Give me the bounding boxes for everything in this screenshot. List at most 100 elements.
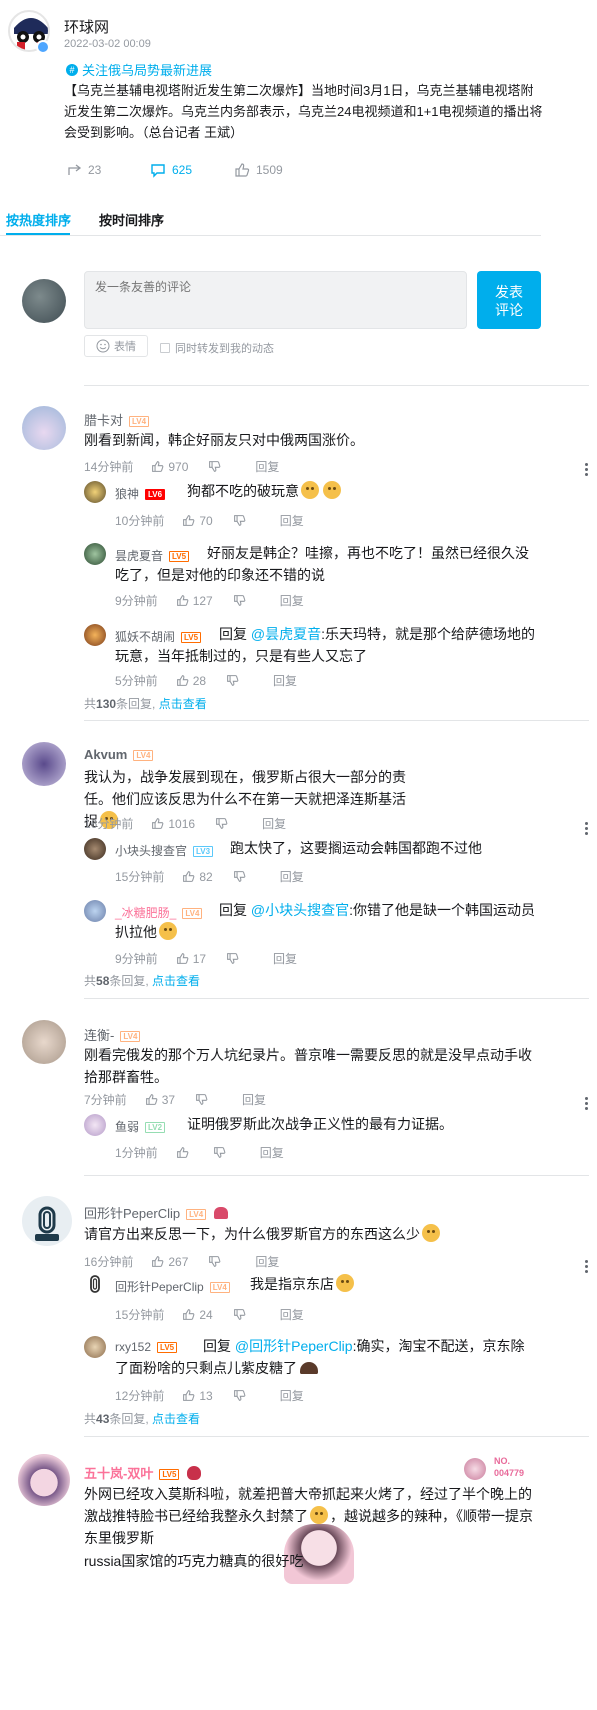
level-badge: LV4 bbox=[186, 1209, 207, 1221]
submit-comment-button[interactable]: 发表 评论 bbox=[477, 271, 541, 329]
thumbs-up-icon bbox=[176, 595, 189, 606]
reply-button[interactable]: 回复 bbox=[255, 458, 279, 475]
like-button[interactable]: 17 bbox=[176, 952, 206, 966]
emoji-button[interactable]: 表情 bbox=[84, 335, 148, 357]
reply-avatar[interactable] bbox=[84, 1336, 106, 1358]
like-button[interactable]: 13 bbox=[182, 1389, 213, 1403]
like-button[interactable]: 24 bbox=[182, 1308, 213, 1322]
my-avatar[interactable] bbox=[22, 279, 66, 323]
divider bbox=[84, 1175, 589, 1176]
dislike-button[interactable] bbox=[226, 952, 243, 965]
dislike-button[interactable] bbox=[215, 817, 232, 830]
comment-username[interactable]: Akvum LV4 bbox=[84, 747, 154, 762]
reply-username[interactable]: 小块头搜查官 LV3 bbox=[115, 842, 214, 859]
reply-meta: 9分钟前 17 回复 bbox=[115, 950, 298, 967]
reply-username[interactable]: 回形针PeperClip LV4 bbox=[115, 1278, 230, 1295]
divider bbox=[84, 720, 589, 721]
reply-avatar[interactable] bbox=[84, 624, 106, 646]
reply-button[interactable]: 回复 bbox=[242, 1091, 266, 1108]
dislike-button[interactable] bbox=[208, 460, 225, 473]
reply-avatar[interactable] bbox=[84, 838, 106, 860]
reply-button[interactable]: 回复 bbox=[280, 512, 304, 529]
reply-button[interactable]: 回复 bbox=[280, 1306, 304, 1323]
dislike-button[interactable] bbox=[233, 1389, 250, 1402]
dislike-button[interactable] bbox=[195, 1093, 212, 1106]
reply-avatar[interactable] bbox=[84, 543, 106, 565]
thumbs-down-icon bbox=[233, 871, 246, 882]
author-name[interactable]: 环球网 bbox=[64, 16, 109, 37]
like-button[interactable]: 127 bbox=[176, 594, 213, 608]
comment-username[interactable]: 腊卡对 LV4 bbox=[84, 410, 150, 429]
dislike-button[interactable] bbox=[233, 1308, 250, 1321]
view-link[interactable]: 点击查看 bbox=[152, 974, 200, 988]
dislike-button[interactable] bbox=[233, 870, 250, 883]
hedgehog-emoji-icon bbox=[300, 1362, 318, 1374]
comment-avatar[interactable] bbox=[22, 1020, 66, 1064]
doge-emoji-icon bbox=[159, 922, 177, 940]
dislike-button[interactable] bbox=[226, 674, 243, 687]
thumbs-up-icon bbox=[183, 1309, 195, 1320]
reply-avatar[interactable] bbox=[84, 1114, 106, 1136]
comment-input[interactable] bbox=[84, 271, 467, 329]
reply-avatar[interactable] bbox=[84, 900, 106, 922]
reply-button[interactable]: 回复 bbox=[273, 672, 297, 689]
level-badge: LV4 bbox=[129, 416, 150, 428]
reply-meta: 15分钟前 82 回复 bbox=[115, 868, 304, 885]
topic-tag[interactable]: # 关注俄乌局势最新进展 bbox=[66, 60, 212, 79]
reply-button[interactable]: 回复 bbox=[260, 1144, 284, 1161]
like-button[interactable]: 28 bbox=[176, 674, 206, 688]
thumbs-up-icon bbox=[183, 1390, 195, 1401]
reply-avatar[interactable] bbox=[84, 481, 106, 503]
comment-avatar[interactable] bbox=[18, 1454, 70, 1506]
reply-username[interactable]: 鱼弱 LV2 bbox=[115, 1118, 166, 1135]
more-menu-icon[interactable] bbox=[585, 820, 589, 837]
like-button[interactable]: 970 bbox=[151, 460, 188, 474]
comment-username[interactable]: 五十岚-双叶 LV5 bbox=[84, 1463, 202, 1482]
reply-username[interactable]: 狼神 LV6 bbox=[115, 485, 166, 502]
reply-avatar[interactable] bbox=[84, 1274, 106, 1296]
mention-link[interactable]: @回形针PeperClip bbox=[235, 1338, 353, 1354]
view-link[interactable]: 点击查看 bbox=[152, 1412, 200, 1426]
reply-button[interactable]: 回复 bbox=[273, 950, 297, 967]
reply-text: 证明俄罗斯此次战争正义性的最有力证据。 bbox=[187, 1116, 453, 1132]
dislike-button[interactable] bbox=[208, 1255, 225, 1268]
tab-time[interactable]: 按时间排序 bbox=[99, 210, 164, 229]
like-button[interactable]: 1016 bbox=[151, 817, 195, 831]
reply-button[interactable]: 回复 bbox=[280, 592, 304, 609]
like-button[interactable]: 82 bbox=[182, 870, 213, 884]
like-button[interactable]: 70 bbox=[182, 514, 213, 528]
reply-button[interactable]: 回复 bbox=[262, 815, 286, 832]
comment-avatar[interactable] bbox=[22, 406, 66, 450]
thumbs-down-icon bbox=[227, 953, 239, 964]
more-menu-icon[interactable] bbox=[585, 461, 589, 478]
comment-username[interactable]: 回形针PeperClip LV4 bbox=[84, 1203, 229, 1222]
like-button[interactable]: 267 bbox=[151, 1255, 188, 1269]
comment-avatar[interactable] bbox=[22, 742, 66, 786]
more-menu-icon[interactable] bbox=[585, 1258, 589, 1275]
dislike-button[interactable] bbox=[233, 514, 250, 527]
dislike-button[interactable] bbox=[233, 594, 250, 607]
reply-meta: 12分钟前 13 回复 bbox=[115, 1387, 304, 1404]
more-menu-icon[interactable] bbox=[585, 1095, 589, 1112]
reply-button[interactable]: 回复 bbox=[280, 868, 304, 885]
reply-button[interactable]: 回复 bbox=[255, 1253, 279, 1270]
comment-button[interactable]: 625 bbox=[150, 162, 234, 178]
tab-hot[interactable]: 按热度排序 bbox=[6, 210, 71, 229]
thumbs-down-icon bbox=[233, 1390, 246, 1401]
dislike-button[interactable] bbox=[213, 1146, 230, 1159]
mention-link[interactable]: @小块头搜查官 bbox=[251, 902, 349, 918]
like-button[interactable] bbox=[176, 1146, 193, 1159]
divider bbox=[84, 385, 589, 386]
heart-badge-icon bbox=[214, 1207, 229, 1219]
share-button[interactable]: 23 bbox=[66, 162, 150, 178]
comment-avatar[interactable] bbox=[22, 1196, 72, 1246]
repost-checkbox[interactable]: 同时转发到我的动态 bbox=[160, 340, 274, 356]
view-link[interactable]: 点击查看 bbox=[159, 697, 207, 711]
view-more-replies: 共58条回复, 点击查看 bbox=[84, 974, 201, 988]
like-button[interactable]: 1509 bbox=[234, 162, 283, 178]
comment-username[interactable]: 连衡- LV4 bbox=[84, 1025, 141, 1044]
reply-button[interactable]: 回复 bbox=[280, 1387, 304, 1404]
mention-link[interactable]: @昙虎夏音 bbox=[251, 626, 321, 642]
like-button[interactable]: 37 bbox=[145, 1093, 175, 1107]
reply-text: 跑太快了，这要搁运动会韩国都跑不过他 bbox=[230, 840, 482, 856]
